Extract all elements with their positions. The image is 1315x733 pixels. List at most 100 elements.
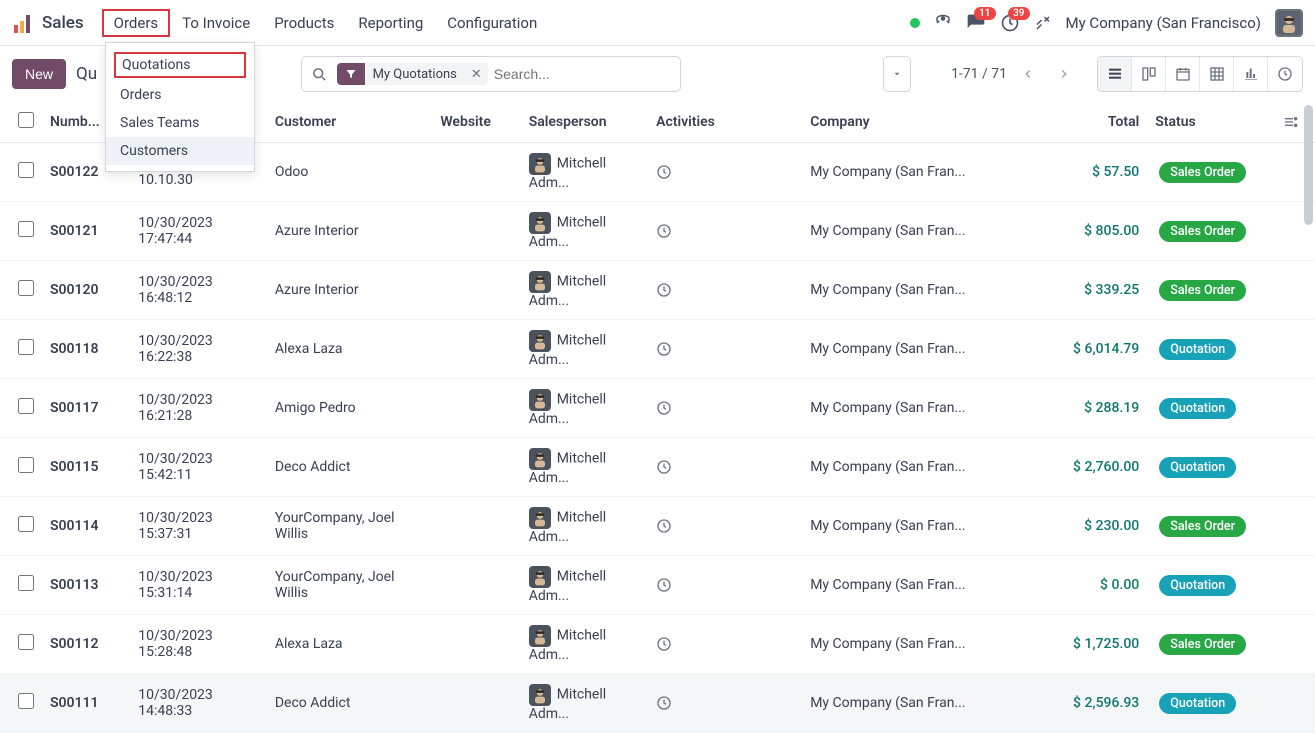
debug-icon[interactable] — [934, 14, 952, 32]
cell-company: My Company (San Fran... — [802, 202, 1049, 261]
select-all-checkbox[interactable] — [18, 112, 34, 128]
pager-text[interactable]: 1-71 / 71 — [951, 66, 1007, 82]
view-activity-icon[interactable] — [1268, 57, 1302, 91]
cell-number: S00121 — [42, 202, 130, 261]
avatar-icon — [529, 212, 551, 234]
activities-badge: 39 — [1008, 7, 1029, 20]
cell-activity[interactable] — [648, 497, 802, 556]
cell-activity[interactable] — [648, 379, 802, 438]
col-salesperson[interactable]: Salesperson — [521, 102, 648, 143]
col-company[interactable]: Company — [802, 102, 1049, 143]
cell-activity[interactable] — [648, 143, 802, 202]
dropdown-orders[interactable]: Orders — [106, 81, 254, 109]
view-calendar-icon[interactable] — [1166, 57, 1200, 91]
table-row[interactable]: S0011210/30/2023 15:28:48Alexa LazaMitch… — [0, 615, 1315, 674]
cell-company: My Company (San Fran... — [802, 320, 1049, 379]
cell-activity[interactable] — [648, 615, 802, 674]
row-checkbox[interactable] — [18, 693, 34, 709]
avatar-icon — [529, 448, 551, 470]
status-badge: Sales Order — [1159, 516, 1246, 537]
company-selector[interactable]: My Company (San Francisco) — [1066, 14, 1261, 32]
pager-next[interactable] — [1049, 59, 1079, 89]
avatar-icon — [529, 330, 551, 352]
row-checkbox[interactable] — [18, 339, 34, 355]
cell-activity[interactable] — [648, 438, 802, 497]
cell-activity[interactable] — [648, 202, 802, 261]
cell-customer: YourCompany, Joel Willis — [267, 497, 433, 556]
view-kanban-icon[interactable] — [1132, 57, 1166, 91]
dropdown-sales-teams[interactable]: Sales Teams — [106, 109, 254, 137]
cell-date: 10/30/2023 16:21:28 — [130, 379, 267, 438]
cell-number: S00114 — [42, 497, 130, 556]
cell-activity[interactable] — [648, 556, 802, 615]
table-row[interactable]: S0011510/30/2023 15:42:11Deco AddictMitc… — [0, 438, 1315, 497]
column-options-icon[interactable] — [1283, 114, 1299, 130]
col-activities[interactable]: Activities — [648, 102, 802, 143]
table-row[interactable]: S0011110/30/2023 14:48:33Deco AddictMitc… — [0, 674, 1315, 733]
cell-total: $ 230.00 — [1049, 497, 1147, 556]
app-name[interactable]: Sales — [42, 13, 84, 33]
col-status[interactable]: Status — [1147, 102, 1275, 143]
dropdown-customers[interactable]: Customers — [106, 137, 254, 165]
table-row[interactable]: S0011410/30/2023 15:37:31YourCompany, Jo… — [0, 497, 1315, 556]
filter-remove[interactable]: ✕ — [465, 67, 488, 82]
col-total[interactable]: Total — [1049, 102, 1147, 143]
avatar-icon — [529, 625, 551, 647]
cell-activity[interactable] — [648, 261, 802, 320]
quotations-table: Numb... Customer Website Salesperson Act… — [0, 102, 1315, 733]
avatar-icon — [529, 153, 551, 175]
search-input[interactable] — [494, 66, 680, 82]
cell-total: $ 6,014.79 — [1049, 320, 1147, 379]
cell-activity[interactable] — [648, 674, 802, 733]
nav-orders[interactable]: Orders — [102, 9, 171, 37]
nav-reporting[interactable]: Reporting — [346, 8, 435, 38]
scrollbar[interactable] — [1304, 105, 1313, 225]
view-pivot-icon[interactable] — [1200, 57, 1234, 91]
col-customer[interactable]: Customer — [267, 102, 433, 143]
table-row[interactable]: S0012110/30/2023 17:47:44Azure InteriorM… — [0, 202, 1315, 261]
row-checkbox[interactable] — [18, 457, 34, 473]
avatar-icon — [529, 684, 551, 706]
cell-date: 10/30/2023 15:42:11 — [130, 438, 267, 497]
cell-website — [432, 438, 520, 497]
search-box[interactable]: My Quotations ✕ — [301, 56, 681, 92]
row-checkbox[interactable] — [18, 221, 34, 237]
breadcrumb: Qu — [76, 64, 97, 84]
nav-configuration[interactable]: Configuration — [435, 8, 549, 38]
dropdown-quotations[interactable]: Quotations — [114, 52, 246, 78]
avatar-icon — [529, 507, 551, 529]
row-checkbox[interactable] — [18, 398, 34, 414]
messages-icon[interactable]: 11 — [966, 13, 986, 33]
table-row[interactable]: S0011810/30/2023 16:22:38Alexa LazaMitch… — [0, 320, 1315, 379]
table-row[interactable]: S0012010/30/2023 16:48:12Azure InteriorM… — [0, 261, 1315, 320]
presence-indicator-icon — [910, 18, 920, 28]
pager-prev[interactable] — [1013, 59, 1043, 89]
row-checkbox[interactable] — [18, 516, 34, 532]
new-button[interactable]: New — [12, 59, 66, 89]
cell-number: S00115 — [42, 438, 130, 497]
row-checkbox[interactable] — [18, 162, 34, 178]
cell-activity[interactable] — [648, 320, 802, 379]
row-checkbox[interactable] — [18, 280, 34, 296]
row-checkbox[interactable] — [18, 634, 34, 650]
cell-status: Sales Order — [1147, 615, 1275, 674]
view-graph-icon[interactable] — [1234, 57, 1268, 91]
nav-to-invoice[interactable]: To Invoice — [170, 8, 262, 38]
cell-salesperson: Mitchell Adm... — [521, 674, 648, 733]
table-row[interactable]: S0011710/30/2023 16:21:28Amigo PedroMitc… — [0, 379, 1315, 438]
avatar-icon — [529, 566, 551, 588]
search-dropdown-toggle[interactable] — [883, 56, 911, 92]
table-row[interactable]: S0011310/30/2023 15:31:14YourCompany, Jo… — [0, 556, 1315, 615]
cell-website — [432, 674, 520, 733]
row-checkbox[interactable] — [18, 575, 34, 591]
col-website[interactable]: Website — [432, 102, 520, 143]
avatar-icon — [529, 389, 551, 411]
cell-status: Quotation — [1147, 438, 1275, 497]
cell-salesperson: Mitchell Adm... — [521, 438, 648, 497]
nav-products[interactable]: Products — [262, 8, 346, 38]
view-list-icon[interactable] — [1098, 57, 1132, 91]
activities-icon[interactable]: 39 — [1000, 13, 1020, 33]
tools-icon[interactable] — [1034, 14, 1052, 32]
cell-website — [432, 143, 520, 202]
user-avatar[interactable] — [1275, 9, 1303, 37]
